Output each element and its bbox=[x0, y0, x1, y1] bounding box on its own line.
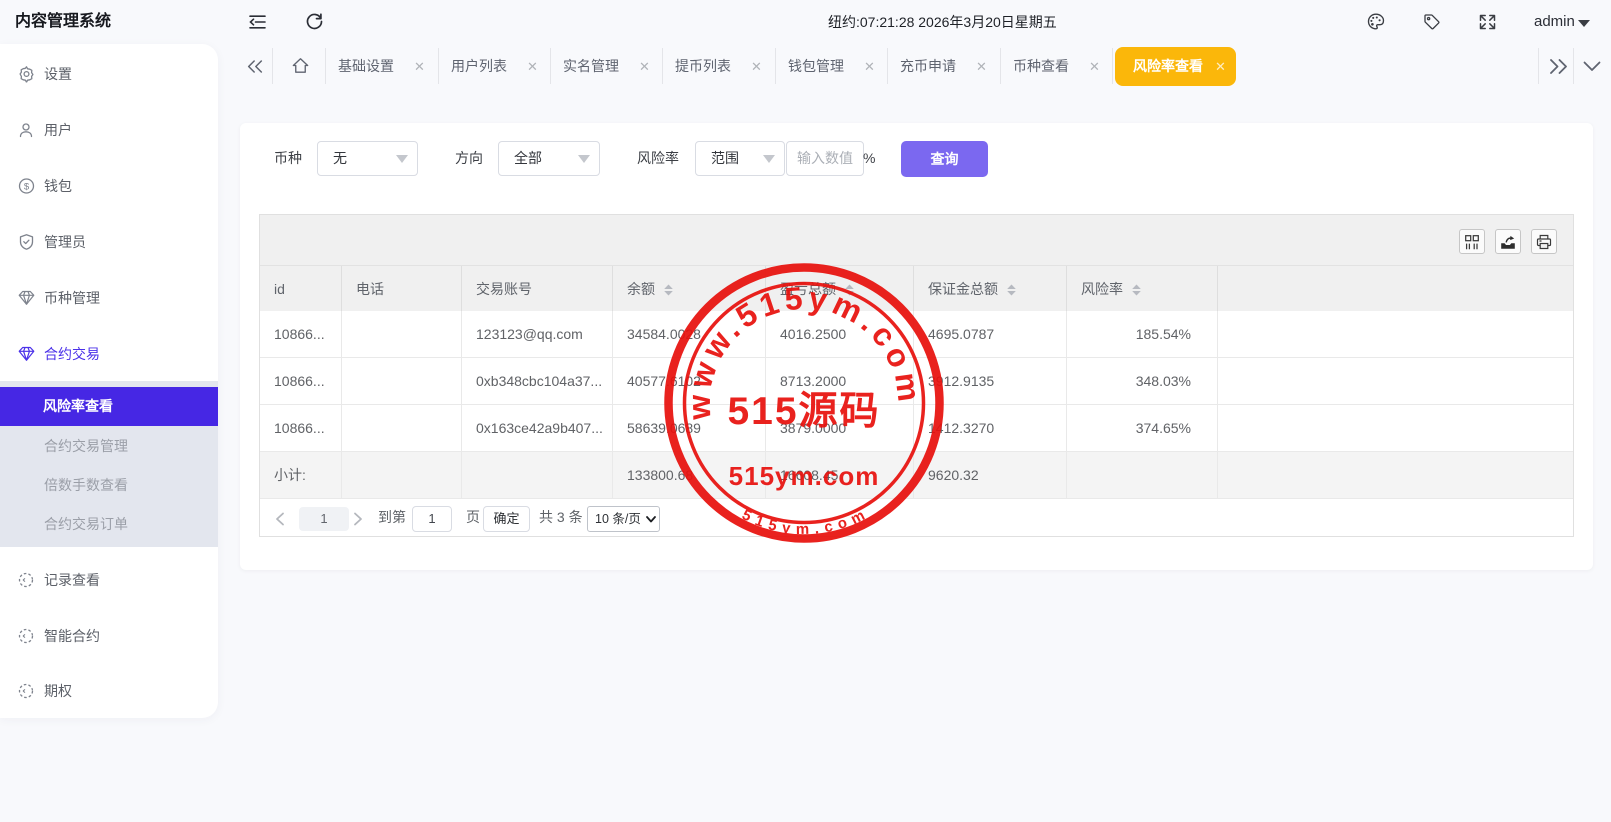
svg-text:$: $ bbox=[24, 182, 30, 193]
svg-text:515ym.com: 515ym.com bbox=[729, 461, 880, 491]
svg-text:515源码: 515源码 bbox=[727, 390, 880, 433]
